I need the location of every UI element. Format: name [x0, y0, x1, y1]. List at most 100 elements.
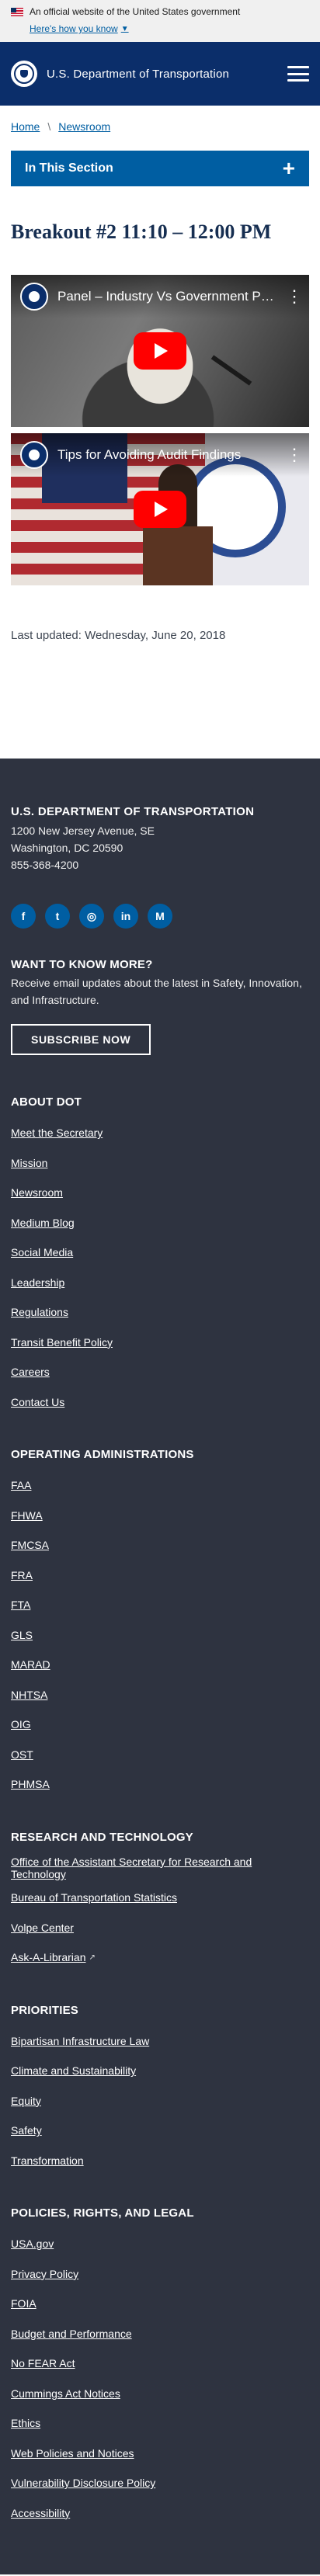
footer-section: PRIORITIES Bipartisan Infrastructure Law C…: [11, 2004, 309, 2176]
footer-link-item: Careers: [11, 1357, 309, 1387]
footer-link-item: OST: [11, 1740, 309, 1770]
medium-icon[interactable]: M: [148, 904, 172, 929]
footer-link[interactable]: FAA: [11, 1479, 31, 1491]
footer-link[interactable]: Ethics: [11, 2417, 40, 2429]
footer-link[interactable]: Newsroom: [11, 1186, 63, 1199]
facebook-icon[interactable]: f: [11, 904, 36, 929]
play-button[interactable]: [134, 491, 186, 528]
gov-banner-text: An official website of the United States…: [30, 6, 241, 17]
footer-section: OPERATING ADMINISTRATIONS FAA FHWA FMCSA FRA…: [11, 1448, 309, 1800]
heres-how-you-know-link[interactable]: Here's how you know ▼: [30, 23, 129, 34]
linkedin-icon[interactable]: in: [113, 904, 138, 929]
video-title[interactable]: Panel – Industry Vs Government Perspecti…: [57, 289, 278, 304]
footer-link[interactable]: Climate and Sustainability: [11, 2064, 136, 2077]
footer-link[interactable]: Web Policies and Notices: [11, 2447, 134, 2460]
footer-link-item: USA.gov: [11, 2229, 309, 2259]
dot-seal-logo: [11, 61, 37, 87]
footer-link[interactable]: FHWA: [11, 1509, 43, 1522]
subscribe-button[interactable]: SUBSCRIBE NOW: [11, 1024, 151, 1055]
footer-link[interactable]: FOIA: [11, 2297, 37, 2310]
footer-link-item: Equity: [11, 2086, 309, 2116]
footer-link[interactable]: Careers: [11, 1366, 50, 1378]
site-name: U.S. Department of Transportation: [47, 67, 230, 81]
page-title: Breakout #2 11:10 – 12:00 PM: [11, 220, 272, 243]
footer-link[interactable]: Privacy Policy: [11, 2268, 78, 2280]
footer-link[interactable]: Regulations: [11, 1306, 68, 1318]
footer-link-item: Web Policies and Notices: [11, 2439, 309, 2469]
footer-link[interactable]: NHTSA: [11, 1689, 47, 1701]
footer-link-list: FAA FHWA FMCSA FRA FTA GLS MARAD NHTSA OIG OST PHM…: [11, 1470, 309, 1800]
footer-link[interactable]: Leadership: [11, 1276, 64, 1289]
menu-button[interactable]: [287, 66, 309, 82]
footer-link[interactable]: Vulnerability Disclosure Policy: [11, 2477, 155, 2489]
footer-link[interactable]: FMCSA: [11, 1539, 49, 1551]
footer-link[interactable]: Transit Benefit Policy: [11, 1336, 113, 1349]
channel-avatar[interactable]: [20, 283, 48, 311]
footer-link[interactable]: Social Media: [11, 1246, 73, 1258]
footer-link[interactable]: Cummings Act Notices: [11, 2387, 120, 2400]
in-this-section-toggle[interactable]: In This Section +: [11, 151, 309, 186]
footer-link[interactable]: Bipartisan Infrastructure Law: [11, 2035, 149, 2047]
site-footer: U.S. DEPARTMENT OF TRANSPORTATION 1200 N…: [0, 759, 320, 2574]
footer-link-item: FHWA: [11, 1501, 309, 1531]
video-player-2[interactable]: Tips for Avoiding Audit Findings ⋮: [11, 433, 309, 585]
newsletter-text: Receive email updates about the latest i…: [11, 977, 302, 1006]
footer-link[interactable]: Bureau of Transportation Statistics: [11, 1891, 177, 1904]
play-button[interactable]: [134, 332, 186, 370]
footer-link[interactable]: GLS: [11, 1629, 33, 1641]
footer-section: ABOUT DOT Meet the Secretary Mission Newsro…: [11, 1095, 309, 1417]
footer-link-item: Accessibility: [11, 2498, 309, 2529]
footer-link-item: Office of the Assistant Secretary for Re…: [11, 1853, 309, 1883]
footer-link[interactable]: MARAD: [11, 1658, 50, 1671]
footer-link-item: Medium Blog: [11, 1208, 309, 1238]
footer-link[interactable]: Volpe Center: [11, 1922, 74, 1934]
footer-link[interactable]: Medium Blog: [11, 1217, 75, 1229]
newsletter-heading: WANT TO KNOW MORE?: [11, 958, 153, 971]
footer-link[interactable]: Mission: [11, 1157, 47, 1169]
footer-link[interactable]: Transformation: [11, 2154, 84, 2167]
footer-link-item: Mission: [11, 1148, 309, 1179]
footer-link-item: Social Media: [11, 1238, 309, 1268]
footer-section-heading: RESEARCH AND TECHNOLOGY: [11, 1830, 193, 1844]
footer-link[interactable]: OST: [11, 1748, 33, 1761]
footer-link[interactable]: OIG: [11, 1718, 31, 1731]
footer-link-item: MARAD: [11, 1650, 309, 1680]
footer-link[interactable]: PHMSA: [11, 1778, 50, 1790]
video-header: Tips for Avoiding Audit Findings ⋮: [11, 433, 309, 477]
footer-link[interactable]: FRA: [11, 1569, 33, 1581]
site-header: U.S. Department of Transportation: [0, 42, 320, 106]
channel-avatar[interactable]: [20, 441, 48, 469]
social-links: f t ◎ in M: [11, 904, 309, 929]
more-options-icon[interactable]: ⋮: [286, 286, 303, 307]
footer-section-heading: OPERATING ADMINISTRATIONS: [11, 1448, 194, 1461]
footer-link-item: Transformation: [11, 2146, 309, 2176]
footer-link-list: USA.gov Privacy Policy FOIA Budget and Perf…: [11, 2229, 309, 2528]
footer-link[interactable]: Meet the Secretary: [11, 1127, 103, 1139]
footer-link[interactable]: Budget and Performance: [11, 2328, 132, 2340]
footer-link-item: No FEAR Act: [11, 2349, 309, 2379]
footer-link[interactable]: FTA: [11, 1599, 30, 1611]
breadcrumb-home[interactable]: Home: [11, 120, 40, 133]
footer-link[interactable]: Safety: [11, 2124, 42, 2137]
instagram-icon[interactable]: ◎: [79, 904, 104, 929]
footer-link-item: Regulations: [11, 1297, 309, 1328]
footer-link[interactable]: Equity: [11, 2095, 41, 2107]
footer-link[interactable]: Ask-A-Librarian: [11, 1951, 85, 1963]
footer-link[interactable]: No FEAR Act: [11, 2357, 75, 2369]
footer-address-line-2: Washington, DC 20590: [11, 842, 123, 854]
footer-link-item: Volpe Center: [11, 1913, 309, 1943]
footer-link[interactable]: Contact Us: [11, 1396, 64, 1408]
more-options-icon[interactable]: ⋮: [286, 445, 303, 465]
twitter-icon[interactable]: t: [45, 904, 70, 929]
footer-link[interactable]: Office of the Assistant Secretary for Re…: [11, 1856, 309, 1880]
breadcrumb-newsroom[interactable]: Newsroom: [58, 120, 110, 133]
footer-link[interactable]: Accessibility: [11, 2507, 70, 2519]
footer-link-item: Vulnerability Disclosure Policy: [11, 2468, 309, 2498]
footer-section: RESEARCH AND TECHNOLOGY Office of the Ass…: [11, 1831, 309, 1973]
video-title[interactable]: Tips for Avoiding Audit Findings: [57, 447, 278, 463]
footer-link[interactable]: USA.gov: [11, 2238, 54, 2250]
video-player-1[interactable]: Panel – Industry Vs Government Perspecti…: [11, 275, 309, 427]
footer-section-heading: PRIORITIES: [11, 2003, 79, 2017]
footer-section-heading: POLICIES, RIGHTS, AND LEGAL: [11, 2206, 194, 2220]
site-brand-link[interactable]: U.S. Department of Transportation: [11, 61, 229, 87]
